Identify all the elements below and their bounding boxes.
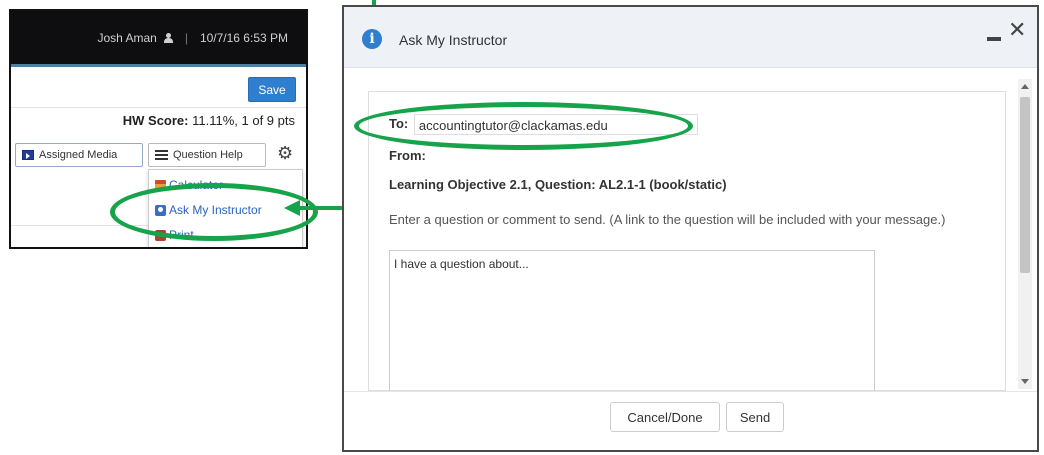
cancel-done-button[interactable]: Cancel/Done	[610, 402, 720, 432]
dialog-scrollbar[interactable]	[1018, 79, 1032, 389]
ask-instructor-dialog: i Ask My Instructor ✕ To: accountingtuto…	[342, 5, 1039, 452]
divider	[11, 107, 306, 108]
user-name: Josh Aman	[97, 30, 157, 45]
assigned-media-button[interactable]: Assigned Media	[15, 143, 143, 167]
scroll-thumb[interactable]	[1020, 97, 1030, 273]
minimize-icon[interactable]	[987, 37, 1001, 41]
question-subject: Learning Objective 2.1, Question: AL2.1-…	[389, 177, 727, 192]
dialog-footer: Cancel/Done Send	[344, 391, 1037, 449]
question-help-label: Question Help	[173, 149, 243, 161]
gear-icon[interactable]: ⚙	[277, 144, 295, 162]
message-textarea[interactable]: I have a question about...	[389, 250, 875, 392]
hw-score-value: 11.11%, 1 of 9 pts	[192, 113, 295, 128]
subject-text: Learning Objective 2.1, Question: AL2.1-…	[389, 177, 727, 192]
info-icon: i	[362, 29, 382, 49]
from-field: From:	[389, 148, 426, 163]
scroll-down-icon[interactable]	[1021, 379, 1029, 384]
save-button[interactable]: Save	[248, 77, 296, 102]
annotation-oval-to-field	[354, 102, 693, 150]
hw-score: HW Score: 11.11%, 1 of 9 pts	[123, 113, 295, 128]
datetime: 10/7/16 6:53 PM	[199, 30, 288, 45]
dialog-title: Ask My Instructor	[399, 32, 508, 48]
assigned-media-label: Assigned Media	[39, 149, 118, 161]
question-help-button[interactable]: Question Help	[148, 143, 266, 167]
from-label: From:	[389, 148, 426, 163]
media-icon	[22, 150, 34, 160]
send-button[interactable]: Send	[726, 402, 784, 432]
user-icon	[163, 32, 173, 43]
accent-strip	[11, 64, 306, 67]
scroll-up-icon[interactable]	[1021, 84, 1029, 89]
dialog-header: i Ask My Instructor ✕	[344, 7, 1037, 68]
top-bar: Josh Aman | 10/7/16 6:53 PM	[11, 11, 306, 64]
instructions-text: Enter a question or comment to send. (A …	[389, 212, 946, 227]
close-icon[interactable]: ✕	[1008, 19, 1026, 41]
list-icon	[155, 150, 168, 160]
header-separator: |	[184, 30, 188, 45]
hw-score-label: HW Score:	[122, 113, 189, 128]
annotation-oval-ask-instructor	[110, 183, 318, 241]
